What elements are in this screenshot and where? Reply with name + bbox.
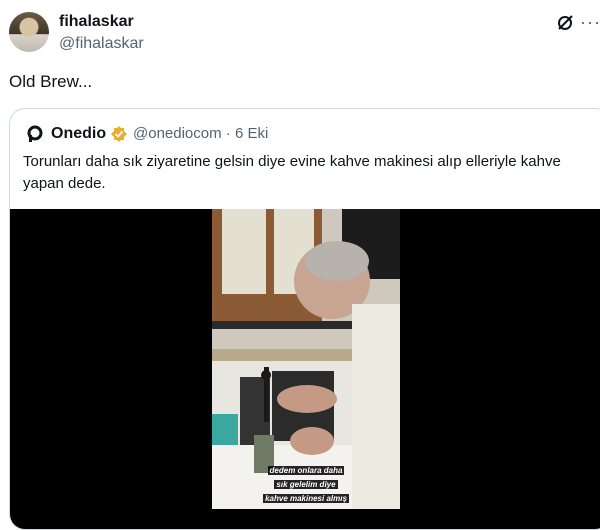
video-scene — [212, 209, 400, 509]
separator-dot: · — [225, 125, 231, 142]
quote-author-name[interactable]: Onedio — [51, 125, 106, 143]
grok-icon[interactable] — [556, 14, 574, 32]
quoted-tweet[interactable]: Onedio @onediocom · 6 Eki Torunları daha… — [9, 108, 600, 530]
author-handle[interactable]: @fihalaskar — [59, 35, 144, 53]
verified-badge-icon — [111, 126, 127, 142]
video-player[interactable]: dedem onlara daha sık gelelim diye kahve… — [10, 209, 600, 529]
video-caption-line: dedem onlara daha — [267, 466, 345, 475]
quote-date[interactable]: 6 Eki — [235, 125, 268, 142]
quote-author-handle[interactable]: @onediocom — [133, 125, 222, 142]
video-caption-line: sık gelelim diye — [274, 480, 338, 489]
tweet-text: Old Brew... — [9, 72, 93, 91]
quote-text: Torunları daha sık ziyaretine gelsin diy… — [23, 153, 561, 192]
avatar[interactable] — [9, 12, 49, 52]
video-frame[interactable]: dedem onlara daha sık gelelim diye kahve… — [212, 209, 400, 509]
onedio-logo-icon — [27, 125, 43, 142]
video-caption-line: kahve makinesi almış — [263, 494, 349, 503]
more-icon[interactable]: ··· — [580, 12, 600, 33]
author-name[interactable]: fihalaskar — [59, 13, 134, 31]
quote-meta: @onediocom · 6 Eki — [133, 125, 268, 142]
